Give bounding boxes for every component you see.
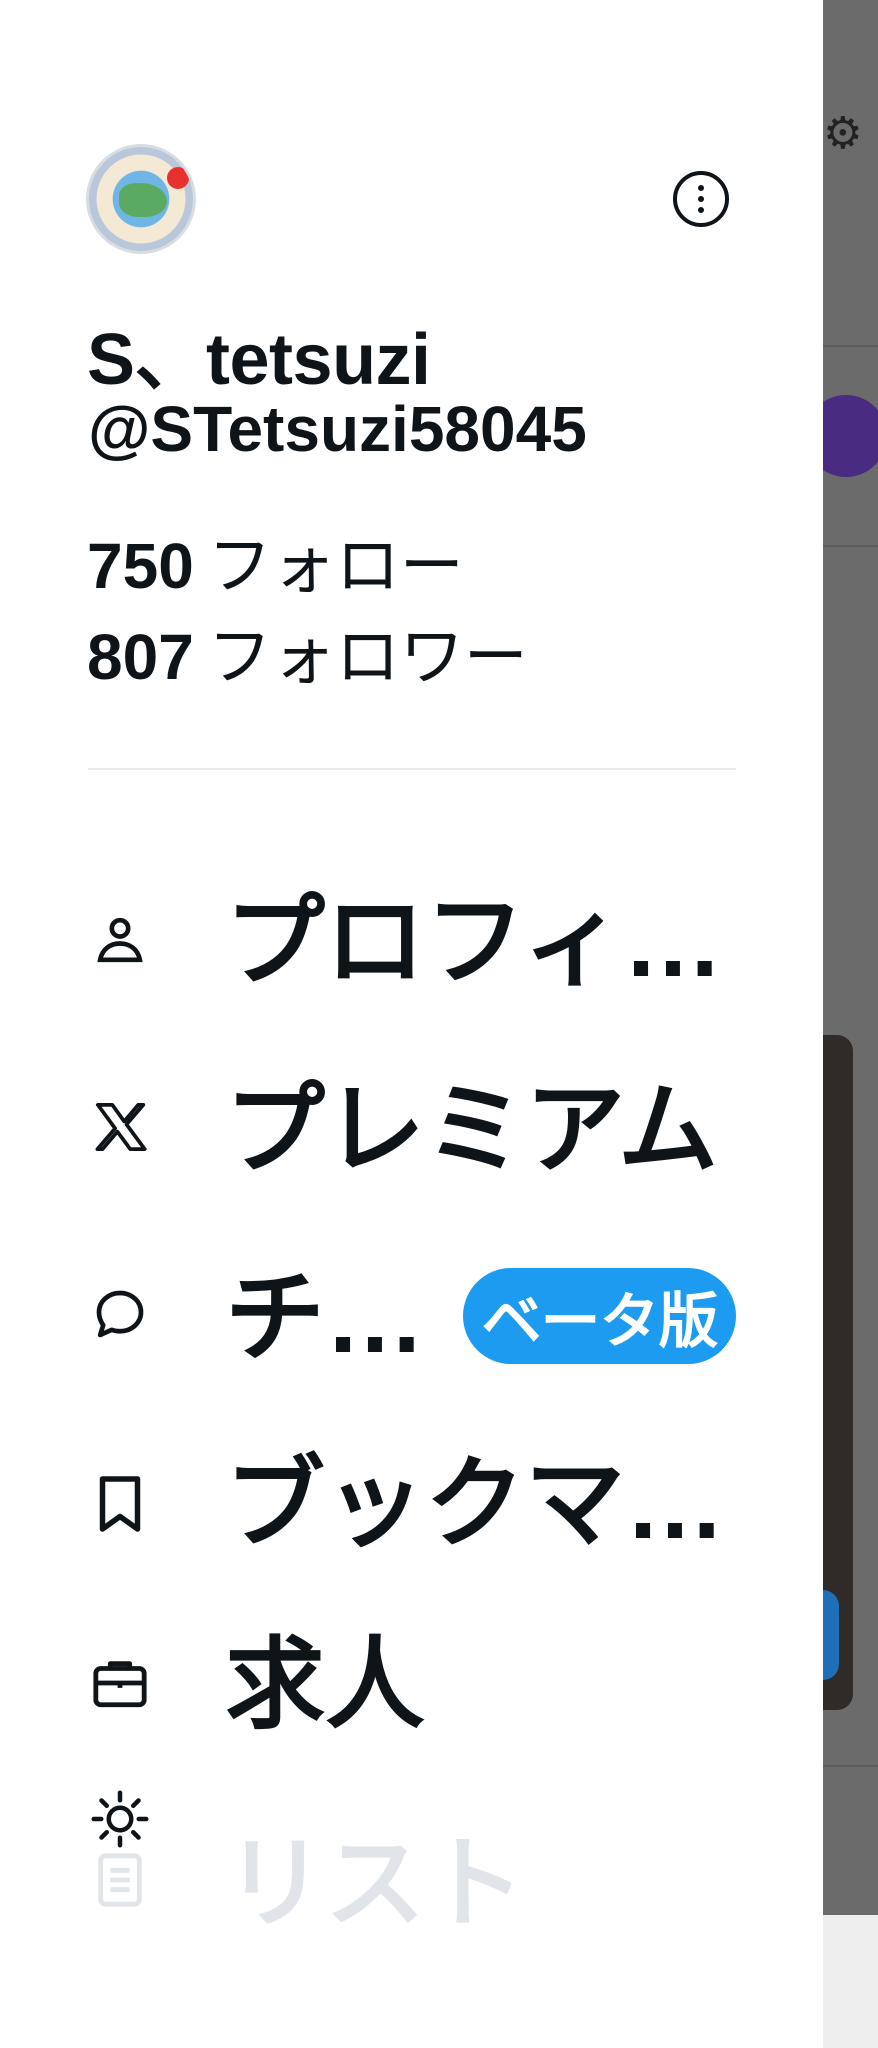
background-compose-button: [823, 1590, 839, 1680]
avatar[interactable]: [86, 144, 196, 254]
background-bottom-bar: [823, 1915, 878, 2048]
x-logo-icon: [90, 1097, 150, 1157]
bookmark-icon: [90, 1474, 150, 1534]
followers-label: フォロワー: [207, 621, 528, 693]
background-divider: [823, 1765, 878, 1767]
menu-label-premium: プレミアム: [225, 1074, 718, 1186]
menu-item-jobs[interactable]: 求人: [0, 1615, 823, 1765]
beta-badge: ベータ版: [463, 1268, 736, 1364]
menu-item-profile[interactable]: プロフィ…: [0, 870, 823, 1020]
person-icon: [90, 910, 150, 970]
dimmed-background-app[interactable]: ⚙: [823, 0, 878, 1915]
navigation-drawer: S、tetsuzi @STetsuzi58045 750 フォロー 807 フォロワ…: [0, 0, 823, 2048]
menu-label-chat: チ…: [225, 1262, 425, 1374]
following-label: フォロー: [207, 530, 464, 602]
background-avatar: [823, 395, 878, 477]
divider: [88, 768, 736, 770]
more-options-button[interactable]: [673, 171, 729, 227]
menu-label-bookmarks: ブックマ…: [225, 1448, 725, 1560]
menu-item-premium[interactable]: プレミアム: [0, 1055, 823, 1205]
background-divider: [823, 545, 878, 547]
menu-item-lists[interactable]: リスト: [0, 1830, 823, 1980]
following-stat[interactable]: 750 フォロー: [87, 515, 464, 607]
avatar-island-graphic: [119, 183, 167, 217]
menu-label-profile: プロフィ…: [225, 886, 723, 998]
menu-label-lists: リスト: [225, 1828, 525, 1940]
settings-gear-icon: ⚙: [823, 109, 863, 158]
briefcase-icon: [90, 1653, 150, 1713]
list-icon: [90, 1850, 150, 1910]
dot: [698, 185, 704, 191]
followers-stat[interactable]: 807 フォロワー: [87, 606, 528, 698]
user-handle[interactable]: @STetsuzi58045: [88, 392, 587, 466]
menu-item-bookmarks[interactable]: ブックマ…: [0, 1430, 823, 1580]
menu-label-jobs: 求人: [225, 1629, 425, 1741]
background-divider: [823, 345, 878, 347]
followers-count: 807: [87, 621, 194, 693]
chat-bubble-icon: [90, 1284, 150, 1344]
avatar-flower-graphic: [167, 167, 189, 189]
following-count: 750: [87, 530, 194, 602]
dot: [698, 196, 704, 202]
display-name[interactable]: S、tetsuzi: [87, 300, 431, 405]
dot: [698, 207, 704, 213]
